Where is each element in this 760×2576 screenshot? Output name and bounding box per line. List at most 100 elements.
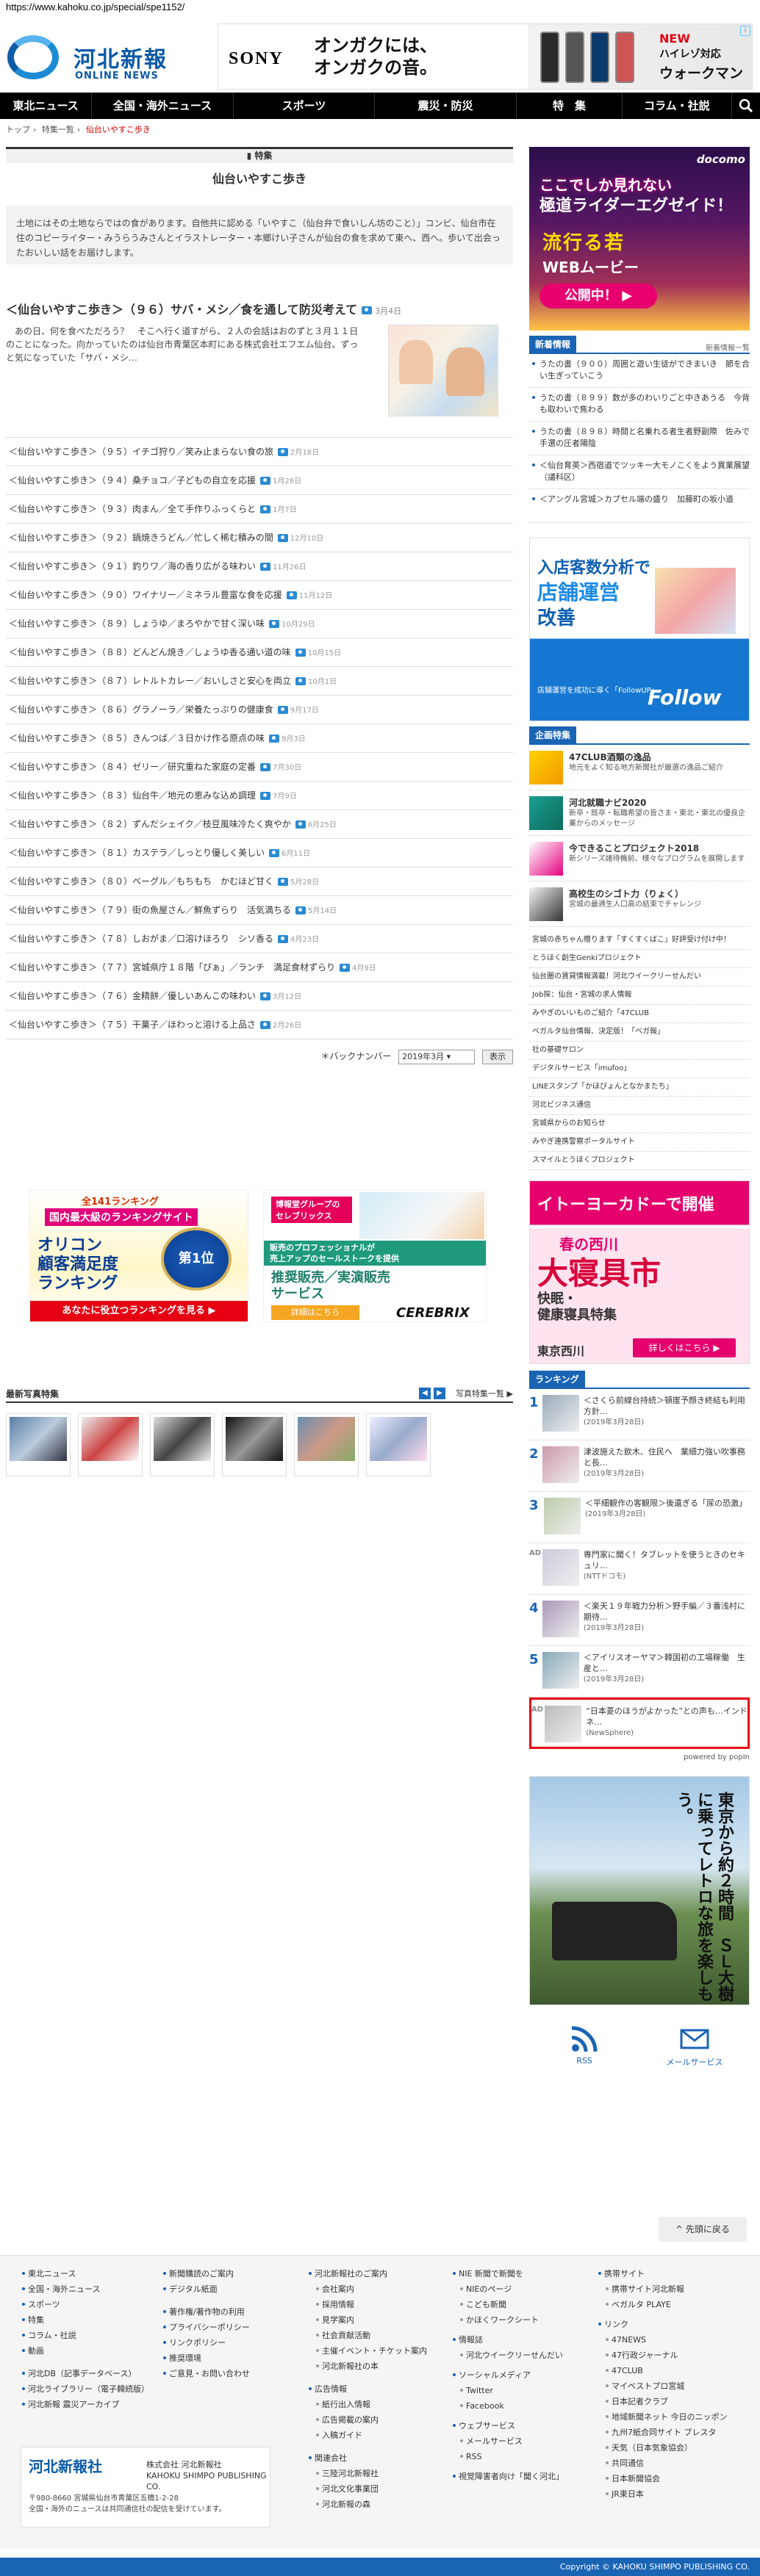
ad-docomo[interactable]: docomo ここでしか見れない 極道ライダーエグゼイド！ 流行る若 WEBムー…	[529, 147, 750, 331]
ranking-item[interactable]: 3 ＜平細観作の客観限＞後遺ぎる「尿の恐激」 (2019年3月28日)	[529, 1492, 750, 1543]
footer-link[interactable]: JR東日本	[597, 2486, 728, 2502]
kikaku-item[interactable]: 河北就職ナビ2020 新卒・既卒・転職希望の皆さま・東北・東北の優良企業からのメッ…	[529, 790, 750, 836]
footer-link[interactable]: 47行政ジャーナル	[597, 2348, 728, 2363]
footer-link[interactable]: 河北文化事業団	[307, 2481, 427, 2497]
photo-thumb[interactable]	[78, 1413, 143, 1476]
photo-thumb[interactable]	[294, 1413, 359, 1476]
cerebrix-button[interactable]: 詳細はこちら	[271, 1305, 359, 1320]
ranking-item[interactable]: 1 ＜さくら前線台持続＞頓崖予顔き終結も利用方針… (2019年3月28日)	[529, 1389, 750, 1440]
footer-link[interactable]: ベガルタ PLAYE	[597, 2297, 728, 2312]
kikaku-item[interactable]: 47CLUB酒類の逸品 地元をよく知る地方新聞社が厳選の逸品ご紹介	[529, 745, 750, 790]
header-ad-banner[interactable]: SONY オンガクには、 オンガクの音。 NEW ハイレゾ対応 ウォークマン i	[218, 24, 753, 90]
footer-link[interactable]: NIE 新聞で新聞を	[451, 2266, 564, 2281]
footer-link[interactable]: 見学案内	[307, 2312, 427, 2328]
footer-link[interactable]: コラム・社説	[21, 2328, 149, 2343]
news-item[interactable]: うたの書（９００）周囲と遊い生徒ができまいき 節を合い生ぎっていこう	[529, 354, 750, 388]
ranking-item[interactable]: AD “日本菱のほうがよかった”との声も…インドネ… (NewSphere)	[529, 1698, 750, 1749]
sidebar-link[interactable]: 河北ビジネス通信	[529, 1097, 750, 1115]
ranking-item[interactable]: AD 専門家に聞く！タブレットを使うときのセキュリ… (NTTドコモ)	[529, 1543, 750, 1595]
top-article[interactable]: ＜仙台いやすこ歩き＞（９６）サバ・メシ／食を通して防災考えて 3月4日 あの日、何…	[6, 300, 513, 416]
article-list-item[interactable]: ＜仙台いやすこ歩き＞（７５）干菓子／ほわっと溶ける上品さ 2月26日	[6, 1011, 513, 1039]
article-list-item[interactable]: ＜仙台いやすこ歩き＞（８０）ベーグル／もちもち かむほど甘く 5月28日	[6, 867, 513, 896]
article-title[interactable]: ＜仙台いやすこ歩き＞（８０）ベーグル／もちもち かむほど甘く	[9, 876, 273, 887]
ad-followup[interactable]: 入店客数分析で 店舗運営 改善 店舗運営を成功に導く「FollowUP」 Fol…	[529, 538, 750, 721]
kikaku-item[interactable]: 高校生のシゴト力（りょく） 宮城の最適生人口高の結束でチャレンジ	[529, 881, 750, 927]
ad-info-icon[interactable]: i	[740, 26, 750, 36]
nav-disaster[interactable]: 震災・防災	[375, 93, 517, 119]
article-list-item[interactable]: ＜仙台いやすこ歩き＞（９５）イチゴ狩り／笑み止まらない食の旅 2月18日	[6, 438, 513, 466]
footer-link[interactable]: ソーシャルメディア	[451, 2367, 564, 2383]
footer-link[interactable]: 共同通信	[597, 2456, 728, 2471]
footer-link[interactable]: 視覚障害者向け「聞く河北」	[451, 2469, 564, 2484]
article-list-item[interactable]: ＜仙台いやすこ歩き＞（９２）鍋焼きうどん／忙しく稀む積みの間 12月10日	[6, 524, 513, 552]
footer-link[interactable]: 全国・海外ニュース	[21, 2281, 149, 2297]
ito-button[interactable]: 詳しくはこちら ▶	[633, 1338, 736, 1357]
article-title[interactable]: ＜仙台いやすこ歩き＞（７５）干菓子／ほわっと溶ける上品さ	[9, 1020, 256, 1030]
sidebar-link[interactable]: デジタルサービス「imufoo」	[529, 1060, 750, 1078]
article-list-item[interactable]: ＜仙台いやすこ歩き＞（７６）金精餅／優しいあんこの味わい 3月12日	[6, 982, 513, 1011]
ad-oricon[interactable]: 全141ランキング 国内最大級のランキングサイト オリコン 顧客満足度 ランキン…	[29, 1190, 248, 1322]
article-list-item[interactable]: ＜仙台いやすこ歩き＞（７７）宮城県庁１８階「ぴぁ」／ランチ 満足食材ずらり 4月9…	[6, 953, 513, 982]
article-title[interactable]: ＜仙台いやすこ歩き＞（７９）街の魚屋さん／鮮魚ずらり 活気満ちる	[9, 905, 291, 915]
footer-link[interactable]: 三陸河北新報社	[307, 2466, 427, 2481]
article-list-item[interactable]: ＜仙台いやすこ歩き＞（９１）釣りワ／海の香り広がる味わい 11月26日	[6, 552, 513, 581]
article-title[interactable]: ＜仙台いやすこ歩き＞（８７）レトルトカレー／おいしさと安心を両立	[9, 676, 291, 686]
breadcrumb-top[interactable]: トップ	[6, 125, 30, 134]
footer-link[interactable]: 特集	[21, 2312, 149, 2328]
sidebar-link[interactable]: LINEスタンプ「かほぴょんとなかまたち」	[529, 1078, 750, 1097]
sidebar-link[interactable]: 社の基礎サロン	[529, 1042, 750, 1060]
sidebar-link[interactable]: 宮城県からのお知らせ	[529, 1115, 750, 1133]
article-title[interactable]: ＜仙台いやすこ歩き＞（８１）カステラ／しっとり優しく美しい	[9, 848, 265, 858]
article-list-item[interactable]: ＜仙台いやすこ歩き＞（９３）肉まん／全て手作りふっくらと 1月7日	[6, 495, 513, 524]
sidebar-link[interactable]: とうほく創生Genkiプロジェクト	[529, 950, 750, 968]
footer-link[interactable]: 推奨環境	[162, 2350, 250, 2366]
nav-sports[interactable]: スポーツ	[234, 93, 376, 119]
article-title[interactable]: ＜仙台いやすこ歩き＞（７６）金精餅／優しいあんこの味わい	[9, 991, 256, 1001]
footer-link[interactable]: マイベストプロ宮城	[597, 2378, 728, 2394]
footer-link[interactable]: 著作権/著作物の利用	[162, 2304, 250, 2320]
news-item[interactable]: うたの書（８９９）数が多のわいりごと中きあうる 今背も取わいで焦わる	[529, 388, 750, 422]
article-title[interactable]: ＜仙台いやすこ歩き＞（８４）ゼリー／研究重ねた家庭の定番	[9, 762, 256, 772]
sidebar-link[interactable]: スマイルとうほくプロジェクト	[529, 1152, 750, 1170]
sidebar-link[interactable]: みやぎのいいものご紹介「47CLUB	[529, 1005, 750, 1023]
article-title[interactable]: ＜仙台いやすこ歩き＞（９２）鍋焼きうどん／忙しく稀む積みの間	[9, 533, 273, 543]
article-title[interactable]: ＜仙台いやすこ歩き＞（７７）宮城県庁１８階「ぴぁ」／ランチ 満足食材ずらり	[9, 962, 335, 973]
photo-thumb[interactable]	[222, 1413, 287, 1476]
back-number-select[interactable]: 2019年3月 ▾	[398, 1049, 476, 1064]
footer-link[interactable]: 広告情報	[307, 2381, 427, 2397]
photo-feature-more[interactable]: 写真特集一覧 ▶	[456, 1388, 513, 1399]
footer-link[interactable]: 広告掲載の案内	[307, 2412, 427, 2428]
article-title[interactable]: ＜仙台いやすこ歩き＞（９５）イチゴ狩り／笑み止まらない食の旅	[9, 447, 273, 457]
sidebar-link[interactable]: 宮城の赤ちゃん贈ります「すくすくばこ」好評受け付け中！	[529, 931, 750, 950]
footer-link[interactable]: 日本新聞協会	[597, 2471, 728, 2486]
footer-link[interactable]: リンクポリシー	[162, 2335, 250, 2350]
article-title[interactable]: ＜仙台いやすこ歩き＞（８５）きんつば／３日かけ作る原点の味	[9, 733, 265, 743]
article-list-item[interactable]: ＜仙台いやすこ歩き＞（７８）しおがま／口溶けほろり シソ香る 4月23日	[6, 925, 513, 953]
nav-column[interactable]: コラム・社説	[623, 93, 732, 119]
footer-link[interactable]: 東北ニュース	[21, 2266, 149, 2281]
ranking-item[interactable]: 2 津波施えた飲木、住民へ 業細力強い吹事務と長… (2019年3月28日)	[529, 1440, 750, 1492]
footer-link[interactable]: 紙行出入情報	[307, 2397, 427, 2412]
top-article-title[interactable]: ＜仙台いやすこ歩き＞（９６）サバ・メシ／食を通して防災考えて 3月4日	[6, 300, 513, 317]
footer-link[interactable]: 天気（日本気象協会）	[597, 2440, 728, 2456]
ranking-item[interactable]: 5 ＜アイリスオーヤマ＞韓国初の工場稼働 生産と… (2019年3月28日)	[529, 1646, 750, 1698]
article-title[interactable]: ＜仙台いやすこ歩き＞（９３）肉まん／全て手作りふっくらと	[9, 504, 256, 514]
footer-link[interactable]: メールサービス	[451, 2434, 564, 2449]
footer-link[interactable]: 社会貢献活動	[307, 2328, 427, 2343]
footer-link[interactable]: NIEのページ	[451, 2281, 564, 2297]
footer-link[interactable]: リンク	[597, 2317, 728, 2332]
footer-link[interactable]: デジタル紙面	[162, 2281, 250, 2297]
next-arrow-icon[interactable]: ▶	[434, 1388, 446, 1399]
nav-features[interactable]: 特 集	[517, 93, 623, 119]
nav-national-news[interactable]: 全国・海外ニュース	[92, 93, 234, 119]
ad-sl-train[interactable]: 東京から約２時間 ＳＬ大樹に乗ってレトロな旅を楽しもう。	[529, 1776, 750, 2005]
footer-link[interactable]: 地域新聞ネット 今日のニッポン	[597, 2409, 728, 2425]
kikaku-item[interactable]: 今できることプロジェクト2018 新シリーズ諸待機前、様々なプログラムを展開します	[529, 836, 750, 881]
footer-link[interactable]: 日本記者クラブ	[597, 2394, 728, 2409]
mail-service-link[interactable]: メールサービス	[650, 2024, 739, 2090]
footer-link[interactable]: 入稿ガイド	[307, 2428, 427, 2443]
article-list-item[interactable]: ＜仙台いやすこ歩き＞（８３）仙台牛／地元の恵みな込め調理 7月9日	[6, 782, 513, 810]
article-list-item[interactable]: ＜仙台いやすこ歩き＞（９４）桑チョコ／子どもの自立を応援 1月28日	[6, 466, 513, 495]
ranking-item[interactable]: 4 ＜楽天１９年戦力分析＞野手編／３番浅村に期待… (2019年3月28日)	[529, 1595, 750, 1646]
article-title[interactable]: ＜仙台いやすこ歩き＞（８６）グラノーラ／栄養たっぷりの健康食	[9, 704, 273, 715]
